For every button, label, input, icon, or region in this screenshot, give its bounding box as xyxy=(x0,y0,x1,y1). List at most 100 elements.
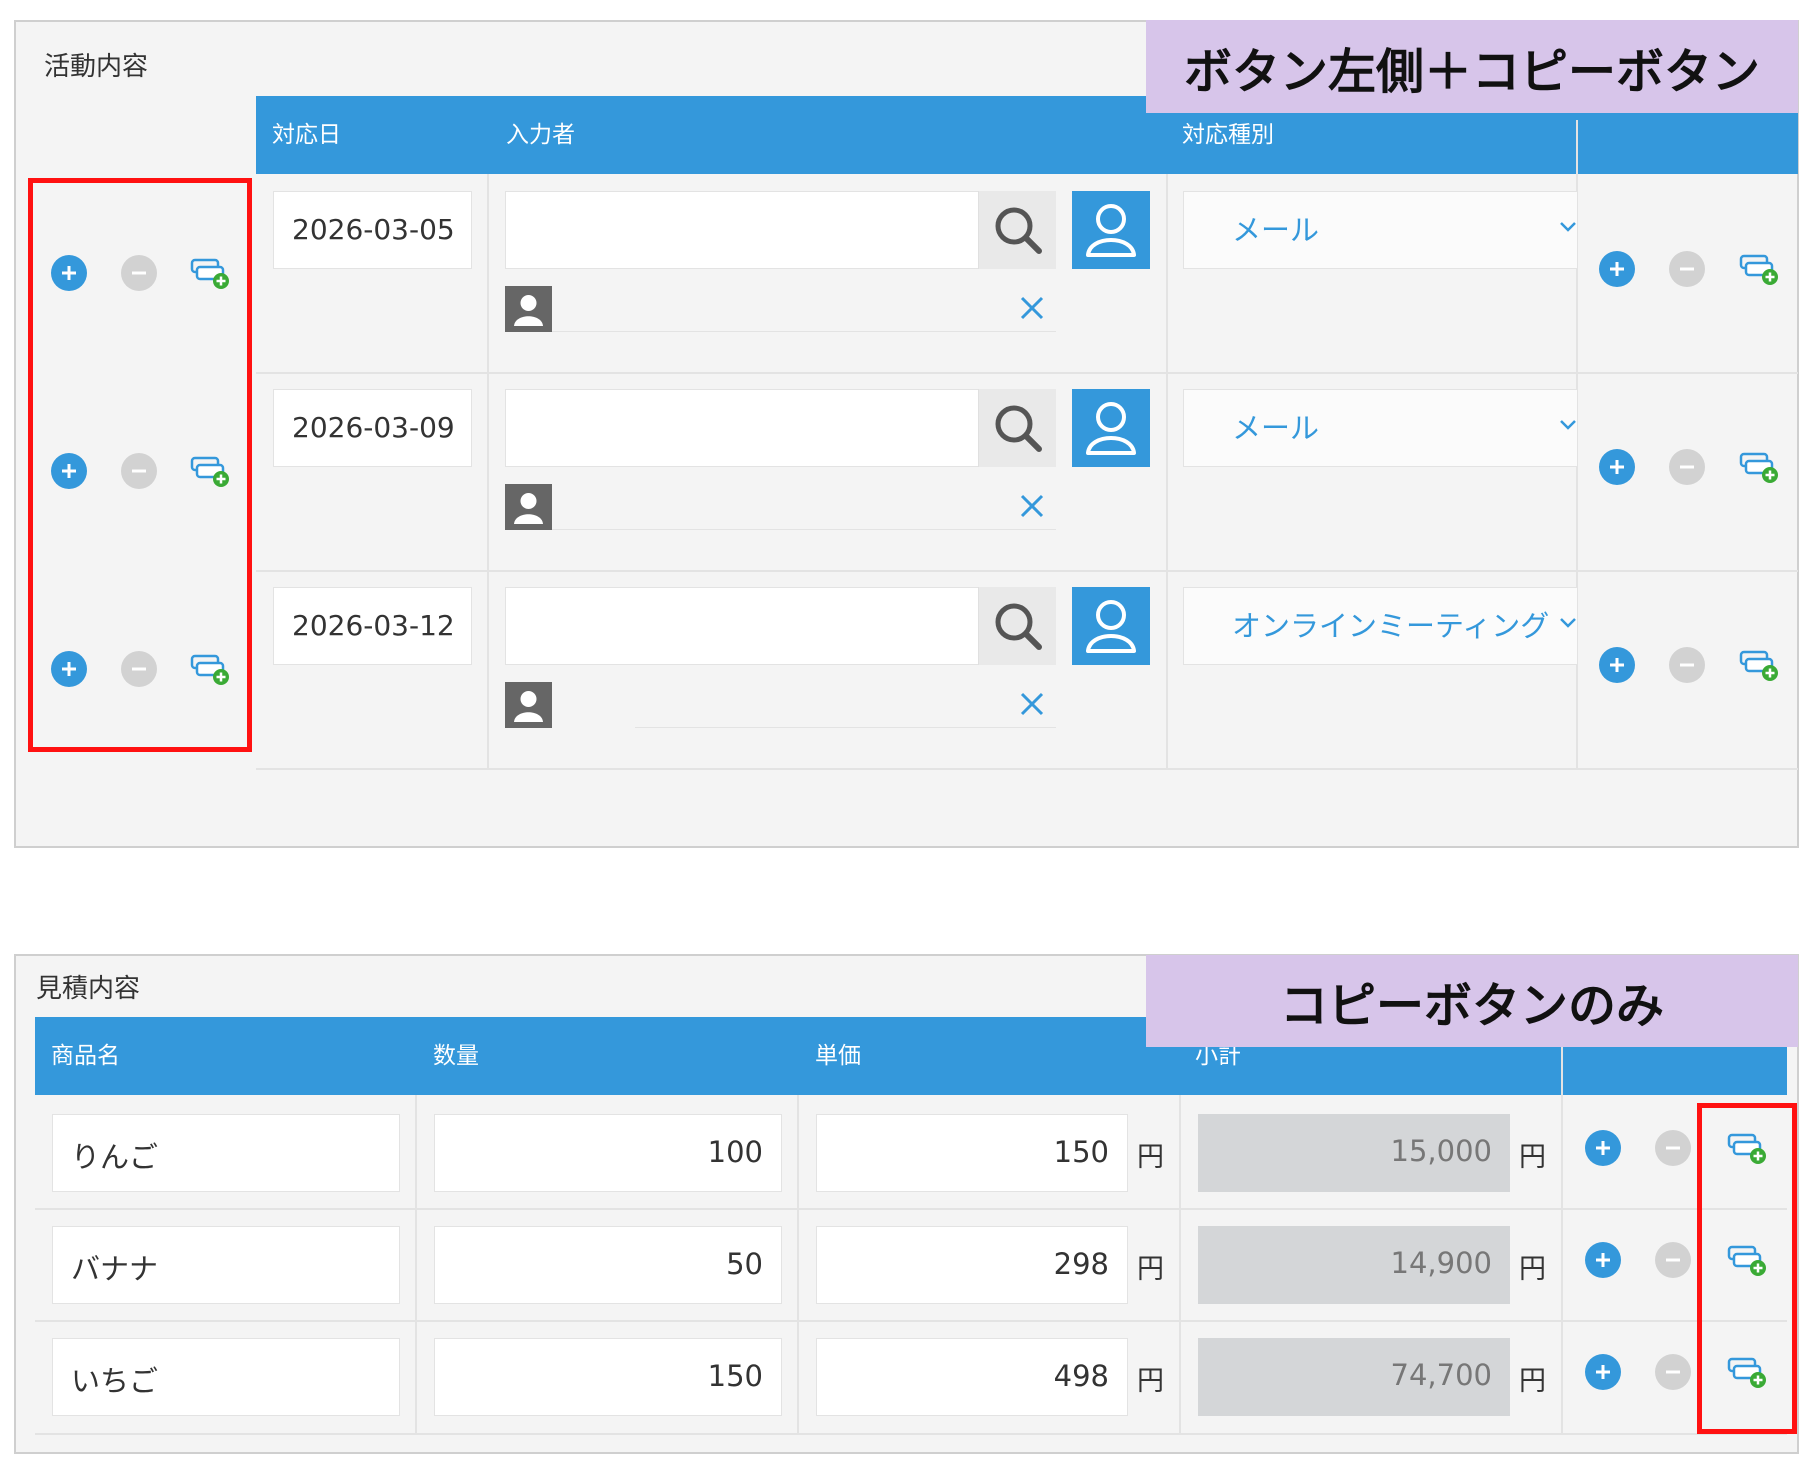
minus-circle-icon xyxy=(1666,1258,1680,1262)
plus-circle-icon xyxy=(1610,658,1624,672)
column-date: 対応日 xyxy=(272,122,341,148)
product-value: いちご xyxy=(71,1364,159,1398)
remove-row-button[interactable] xyxy=(1655,1354,1691,1390)
remove-row-button[interactable] xyxy=(1655,1242,1691,1278)
divider xyxy=(1166,174,1168,770)
minus-circle-icon xyxy=(1680,267,1694,271)
divider xyxy=(256,570,1798,572)
estimate-banner: コピーボタンのみ xyxy=(1146,955,1798,1047)
user-icon xyxy=(1086,204,1136,257)
type-select[interactable]: オンラインミーティング xyxy=(1183,587,1578,665)
user-icon xyxy=(514,493,543,524)
divider xyxy=(35,1433,1787,1435)
user-select-button[interactable] xyxy=(1072,389,1150,467)
entered-by-input[interactable] xyxy=(505,587,980,665)
copy-row-button[interactable] xyxy=(1739,253,1779,287)
unit-price-input[interactable]: 150 xyxy=(816,1114,1128,1192)
subtotal-value: 74,700 xyxy=(1390,1358,1492,1392)
subtotal-field: 15,000 xyxy=(1198,1114,1510,1192)
search-icon xyxy=(995,405,1042,452)
currency-label: 円 xyxy=(1137,1254,1164,1285)
plus-circle-icon xyxy=(1610,262,1624,276)
unit-price-input[interactable]: 298 xyxy=(816,1226,1128,1304)
qty-value: 50 xyxy=(726,1247,763,1281)
currency-label: 円 xyxy=(1519,1142,1546,1173)
remove-row-button[interactable] xyxy=(1655,1130,1691,1166)
add-row-button[interactable] xyxy=(1585,1354,1621,1390)
close-icon xyxy=(1020,692,1044,716)
unit-price-input[interactable]: 498 xyxy=(816,1338,1128,1416)
plus-circle-icon xyxy=(1610,460,1624,474)
date-input[interactable]: 2026-03-09 xyxy=(273,389,472,467)
add-row-button[interactable] xyxy=(1585,1130,1621,1166)
chevron-down-icon xyxy=(1560,420,1576,430)
product-input[interactable]: りんご xyxy=(52,1114,400,1192)
minus-circle-icon xyxy=(1666,1370,1680,1374)
plus-circle-icon xyxy=(1596,1141,1610,1155)
plus-circle-icon xyxy=(1596,1365,1610,1379)
product-value: りんご xyxy=(71,1140,159,1174)
divider xyxy=(256,372,1798,374)
remove-row-button[interactable] xyxy=(1669,647,1705,683)
highlight-box xyxy=(28,178,252,752)
qty-input[interactable]: 100 xyxy=(434,1114,782,1192)
divider xyxy=(256,768,1798,770)
qty-value: 100 xyxy=(707,1135,763,1169)
activity-title: 活動内容 xyxy=(44,52,149,82)
type-select-value: メール xyxy=(1232,213,1320,247)
divider xyxy=(35,1320,1787,1322)
add-row-button[interactable] xyxy=(1585,1242,1621,1278)
minus-circle-icon xyxy=(1680,663,1694,667)
date-input[interactable]: 2026-03-12 xyxy=(273,587,472,665)
add-row-button[interactable] xyxy=(1599,449,1635,485)
unit-price-value: 298 xyxy=(1053,1247,1109,1281)
user-select-button[interactable] xyxy=(1072,587,1150,665)
clear-button[interactable] xyxy=(1017,491,1047,521)
minus-circle-icon xyxy=(1666,1146,1680,1150)
estimate-title: 見積内容 xyxy=(36,974,141,1004)
clear-button[interactable] xyxy=(1017,293,1047,323)
product-input[interactable]: いちご xyxy=(52,1338,400,1416)
divider xyxy=(487,174,489,770)
column-entered-by: 入力者 xyxy=(506,122,575,148)
date-input[interactable]: 2026-03-05 xyxy=(273,191,472,269)
product-value: バナナ xyxy=(71,1252,159,1286)
minus-circle-icon xyxy=(1680,465,1694,469)
avatar xyxy=(505,682,552,728)
product-input[interactable]: バナナ xyxy=(52,1226,400,1304)
plus-circle-icon xyxy=(1596,1253,1610,1267)
qty-input[interactable]: 150 xyxy=(434,1338,782,1416)
highlight-box xyxy=(1697,1103,1797,1434)
avatar xyxy=(505,484,552,530)
type-select[interactable]: メール xyxy=(1183,389,1578,467)
add-row-button[interactable] xyxy=(1599,647,1635,683)
type-select[interactable]: メール xyxy=(1183,191,1578,269)
currency-label: 円 xyxy=(1519,1254,1546,1285)
column-product: 商品名 xyxy=(51,1043,120,1069)
qty-input[interactable]: 50 xyxy=(434,1226,782,1304)
subtotal-field: 14,900 xyxy=(1198,1226,1510,1304)
search-button[interactable] xyxy=(978,587,1056,665)
entered-by-input[interactable] xyxy=(505,191,980,269)
copy-row-button[interactable] xyxy=(1739,649,1779,683)
close-icon xyxy=(1020,296,1044,320)
unit-price-value: 498 xyxy=(1053,1359,1109,1393)
remove-row-button[interactable] xyxy=(1669,449,1705,485)
add-row-button[interactable] xyxy=(1599,251,1635,287)
column-qty: 数量 xyxy=(433,1043,479,1069)
divider xyxy=(797,1095,799,1435)
user-select-button[interactable] xyxy=(1072,191,1150,269)
divider xyxy=(552,331,1056,332)
unit-price-value: 150 xyxy=(1053,1135,1109,1169)
search-button[interactable] xyxy=(978,389,1056,467)
subtotal-value: 14,900 xyxy=(1390,1246,1492,1280)
column-unit-price: 単価 xyxy=(815,1043,861,1069)
search-button[interactable] xyxy=(978,191,1056,269)
copy-row-button[interactable] xyxy=(1739,451,1779,485)
search-icon xyxy=(995,207,1042,254)
currency-label: 円 xyxy=(1137,1366,1164,1397)
clear-button[interactable] xyxy=(1017,689,1047,719)
copy-row-icon xyxy=(1739,650,1778,681)
remove-row-button[interactable] xyxy=(1669,251,1705,287)
entered-by-input[interactable] xyxy=(505,389,980,467)
